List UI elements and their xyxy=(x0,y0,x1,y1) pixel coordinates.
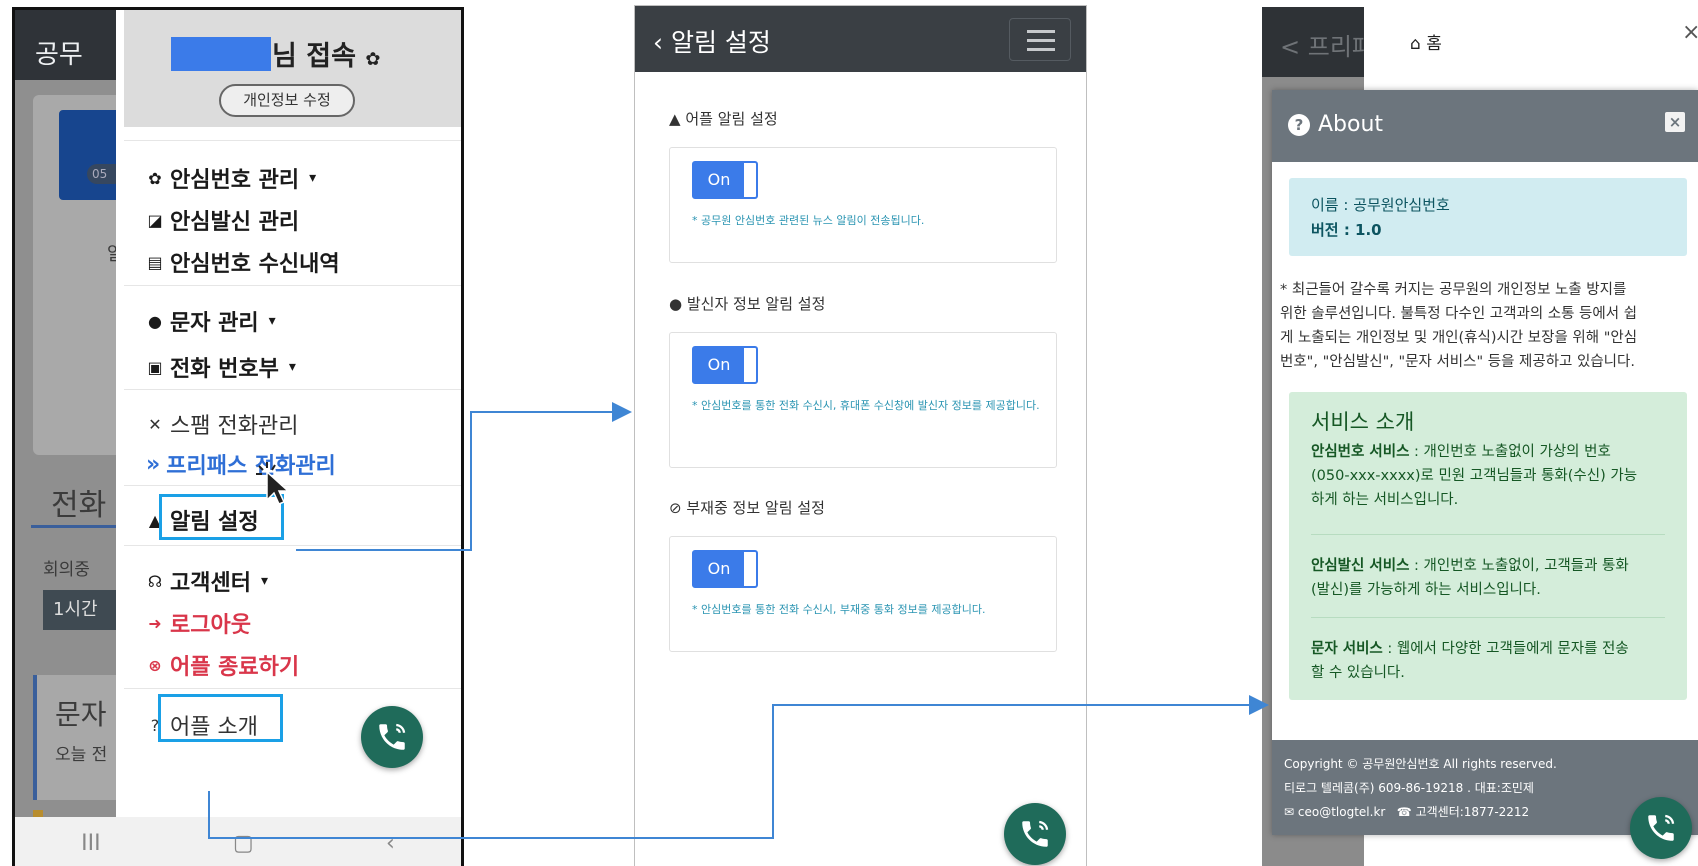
flow-connectors xyxy=(208,402,1269,839)
arrow-to-notification-settings xyxy=(296,402,632,551)
arrow-to-about-modal xyxy=(208,695,1269,839)
